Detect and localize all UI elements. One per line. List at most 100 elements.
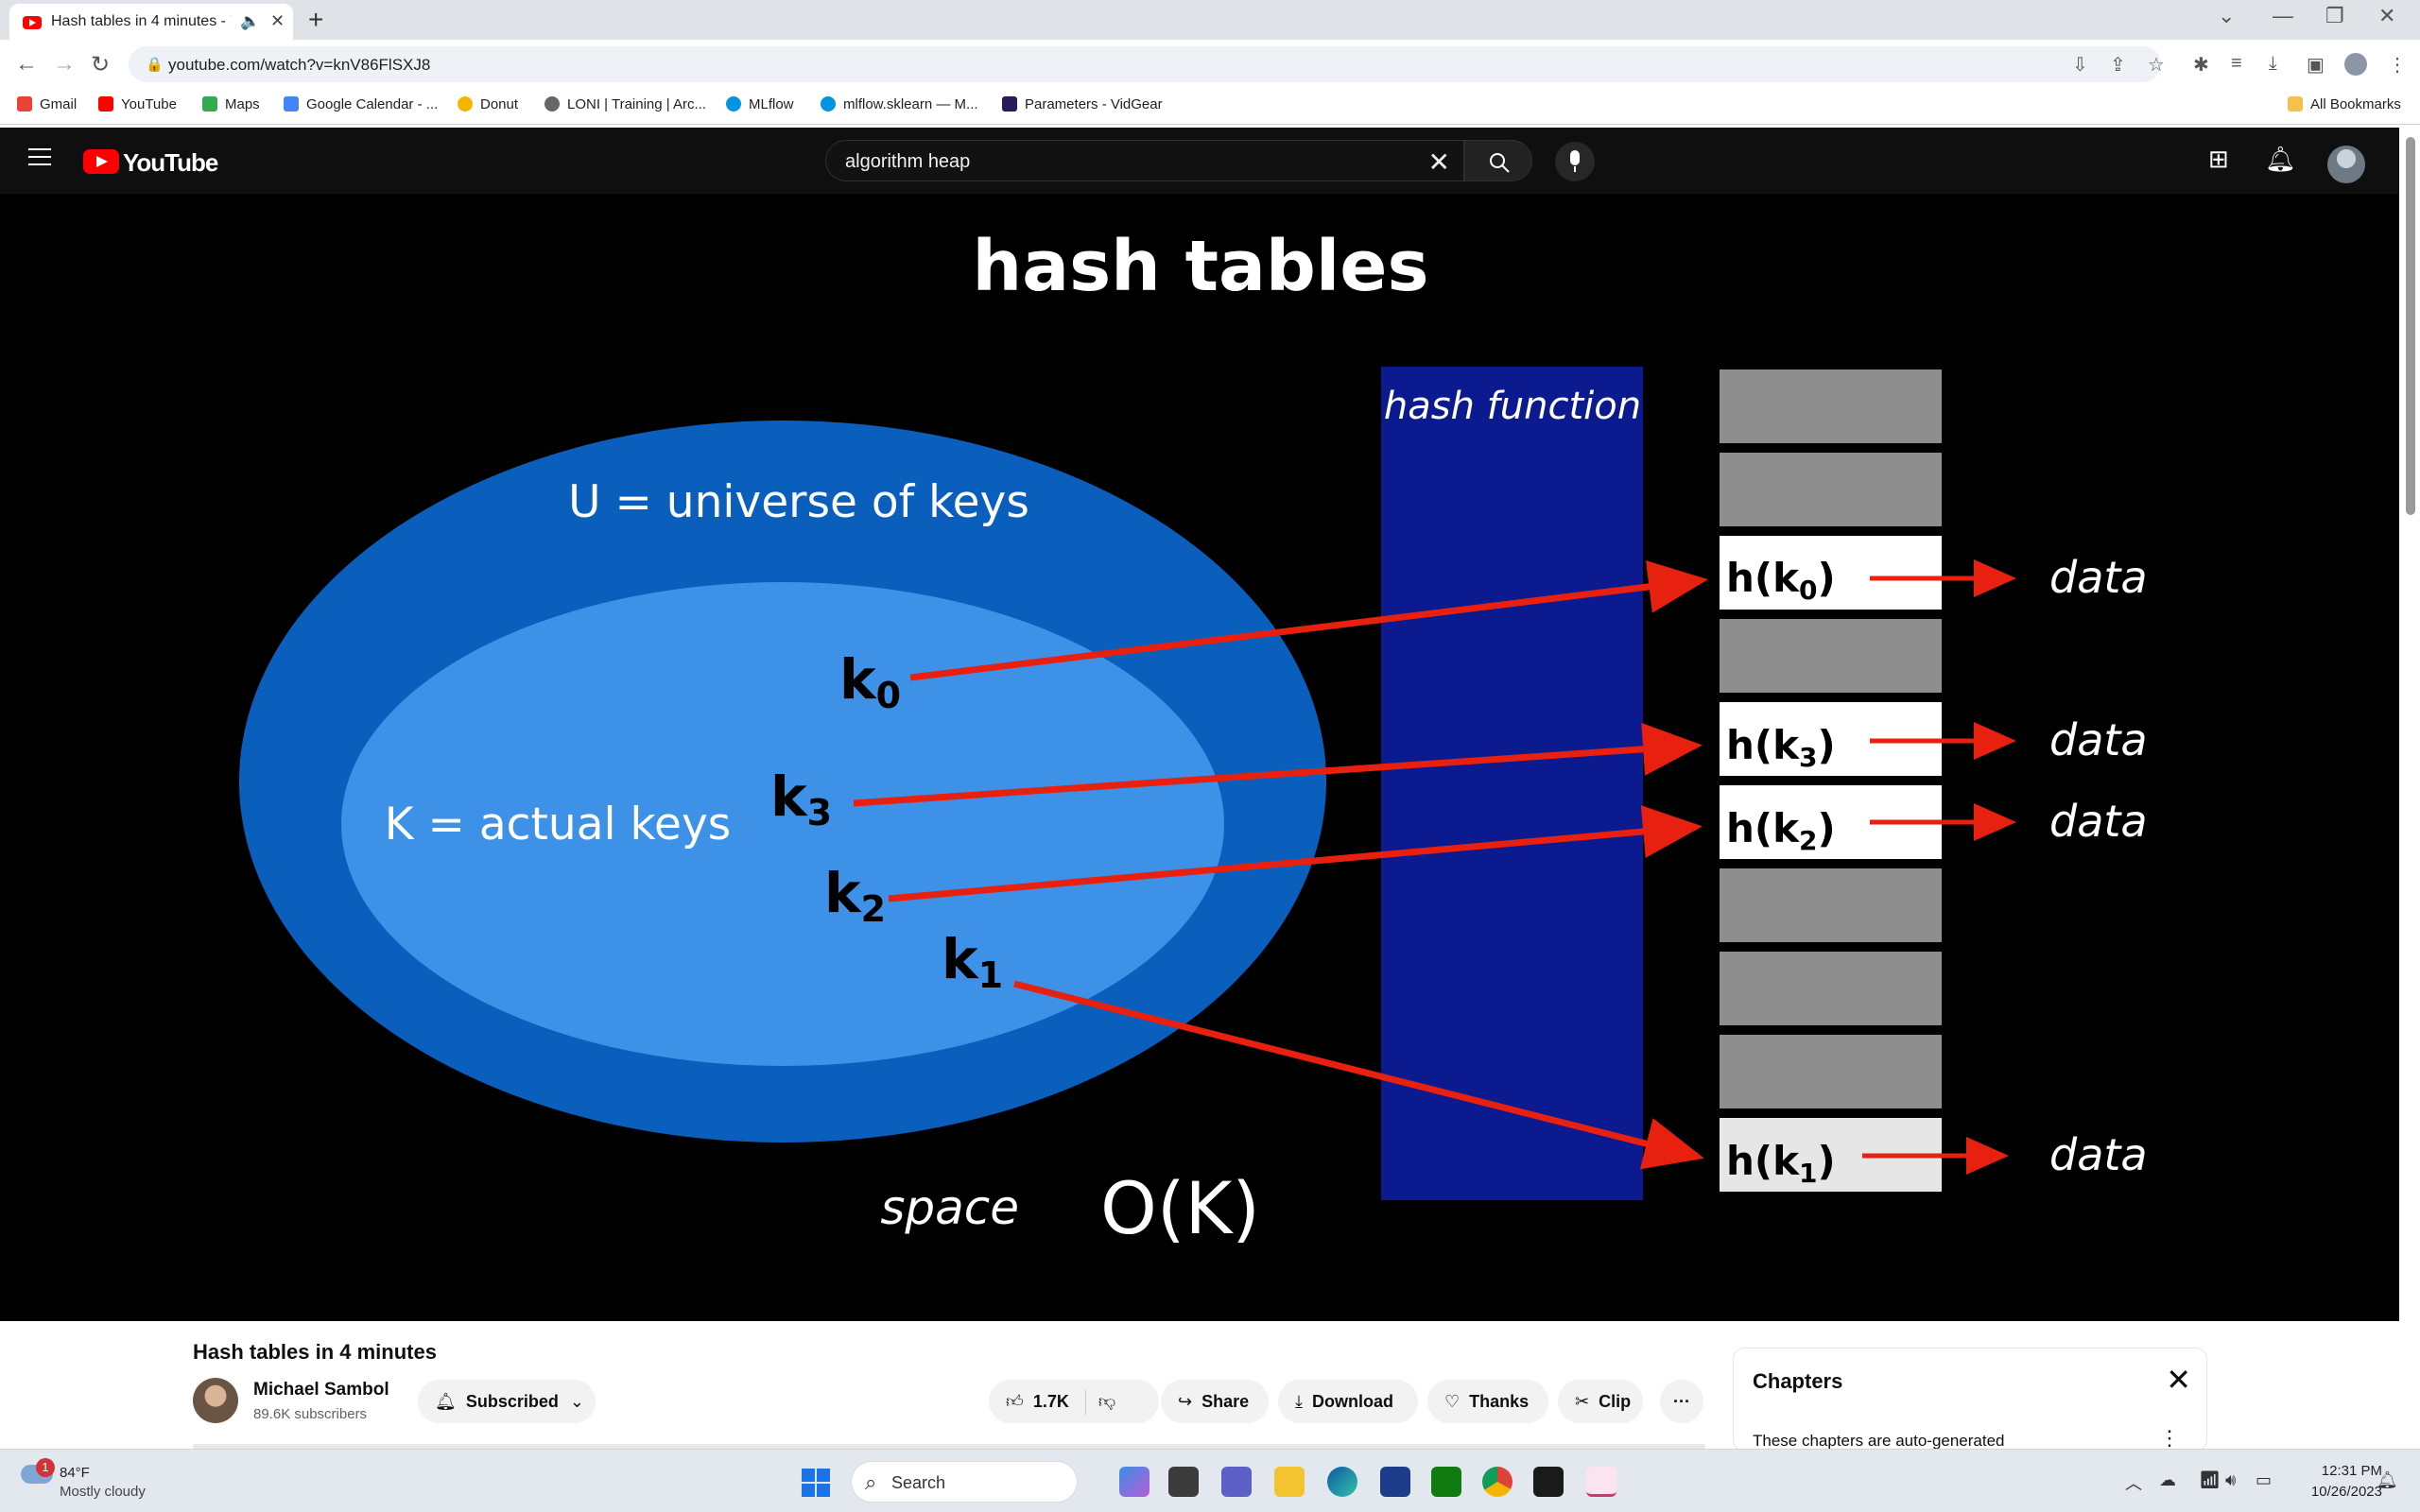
battery-icon[interactable]: ▭	[2256, 1470, 2272, 1490]
pycharm-icon[interactable]	[1533, 1467, 1564, 1497]
edge-icon[interactable]	[1327, 1467, 1357, 1497]
restore-button[interactable]: ❐	[2325, 4, 2344, 28]
subscribed-button[interactable]: 🔔︎ Subscribed ⌄	[418, 1380, 596, 1423]
all-bookmarks[interactable]: All Bookmarks	[2288, 96, 2401, 112]
mlflow-icon	[821, 96, 836, 112]
file-explorer-icon[interactable]	[1274, 1467, 1305, 1497]
channel-avatar[interactable]	[193, 1378, 238, 1423]
empty-slot	[1720, 619, 1942, 693]
tab-audio-icon[interactable]: 🔈	[240, 12, 260, 31]
clear-search-icon[interactable]: ✕	[1428, 146, 1450, 178]
bookmark-gmail[interactable]: Gmail	[17, 96, 77, 112]
mlflow-icon	[726, 96, 741, 112]
voice-search-mic-icon[interactable]	[1555, 142, 1595, 181]
onedrive-icon[interactable]: ☁	[2159, 1470, 2176, 1490]
bookmark-youtube[interactable]: YouTube	[98, 96, 177, 112]
new-tab-button[interactable]: +	[308, 5, 323, 35]
search-query[interactable]: algorithm heap	[845, 151, 970, 173]
taskbar-search[interactable]: ⌕ Search	[851, 1461, 1078, 1503]
window-close-button[interactable]: ✕	[2378, 4, 2395, 28]
search-input[interactable]: algorithm heap ✕	[825, 140, 1464, 181]
video-player[interactable]: hash tables U = universe of keys K = act…	[0, 194, 2399, 1321]
install-app-icon[interactable]: ⇩	[2072, 53, 2088, 77]
youtube-wordmark[interactable]: YouTube	[123, 148, 218, 178]
create-video-icon[interactable]: ⊞	[2208, 145, 2229, 174]
slide-canvas: hash tables U = universe of keys K = act…	[239, 226, 2148, 1250]
bookmark-maps[interactable]: Maps	[202, 96, 260, 112]
hamburger-menu-icon[interactable]	[28, 148, 51, 165]
bookmark-loni[interactable]: LONI | Training | Arc...	[544, 96, 706, 112]
account-avatar[interactable]	[2327, 146, 2365, 183]
profile-avatar-icon[interactable]	[2344, 53, 2367, 76]
share-page-icon[interactable]: ⇪	[2110, 53, 2126, 77]
share-icon: ↪	[1178, 1392, 1193, 1411]
close-chapters-icon[interactable]: ✕	[2166, 1362, 2191, 1398]
like-dislike-group: 👍︎ 1.7K 👎︎	[989, 1380, 1159, 1423]
bookmark-star-icon[interactable]: ☆	[2148, 53, 2165, 77]
share-button[interactable]: ↪ Share	[1161, 1380, 1269, 1423]
task-view-icon[interactable]	[1168, 1467, 1199, 1497]
temperature: 84°F	[60, 1465, 90, 1481]
taskbar-date[interactable]: 10/26/2023	[2288, 1484, 2382, 1500]
bookmark-donut[interactable]: Donut	[458, 96, 518, 112]
volume-icon[interactable]: 🔊︎	[2225, 1470, 2236, 1490]
slot-label-k3: h(k3)	[1726, 722, 1836, 773]
show-hidden-icons-chevron-icon[interactable]: ︿	[2125, 1470, 2142, 1495]
bookmark-google-calendar[interactable]: Google Calendar - ...	[284, 96, 438, 112]
video-details: Hash tables in 4 minutes Michael Sambol …	[0, 1321, 2399, 1452]
bookmark-mlflow[interactable]: MLflow	[726, 96, 794, 112]
youtube-logo-icon[interactable]	[83, 149, 119, 174]
dislike-button[interactable]: 👎︎	[1098, 1392, 1115, 1411]
side-panel-icon[interactable]: ▣	[2307, 53, 2325, 77]
address-bar[interactable]: 🔒 youtube.com/watch?v=knV86FlSXJ8	[129, 46, 2161, 82]
url-text[interactable]: youtube.com/watch?v=knV86FlSXJ8	[168, 56, 430, 75]
chapters-title: Chapters	[1753, 1369, 1843, 1393]
bookmark-mlflow-sklearn[interactable]: mlflow.sklearn — M...	[821, 96, 978, 112]
teams-chat-icon[interactable]	[1221, 1467, 1252, 1497]
bookmarks-bar: Gmail YouTube Maps Google Calendar - ...…	[0, 89, 2420, 125]
channel-name[interactable]: Michael Sambol	[253, 1380, 389, 1400]
media-controls-icon[interactable]: ≡	[2231, 53, 2242, 75]
downloads-icon[interactable]: ⤓	[2269, 53, 2277, 75]
copilot-icon[interactable]	[1119, 1467, 1150, 1497]
snipping-tool-icon[interactable]	[1586, 1467, 1616, 1497]
page-scrollbar-thumb[interactable]	[2406, 137, 2415, 515]
notifications-bell-icon[interactable]: 🔔︎	[2265, 145, 2296, 174]
xbox-icon[interactable]	[1431, 1467, 1461, 1497]
taskbar-time[interactable]: 12:31 PM	[2299, 1463, 2382, 1479]
chapters-menu-icon[interactable]: ⋮	[2159, 1426, 2180, 1451]
thanks-button[interactable]: ♡ Thanks	[1427, 1380, 1548, 1423]
windows-start-icon[interactable]	[802, 1469, 830, 1497]
tab-search-icon[interactable]: ⌄	[2218, 4, 2235, 28]
calendar-icon	[284, 96, 299, 112]
forward-arrow-icon[interactable]: →	[53, 51, 76, 77]
more-actions-button[interactable]: ···	[1660, 1380, 1703, 1423]
empty-slot	[1720, 453, 1942, 526]
download-button[interactable]: ⤓ Download	[1278, 1380, 1418, 1423]
extensions-icon[interactable]: ✱	[2193, 53, 2209, 77]
search-button[interactable]	[1464, 140, 1532, 181]
globe-icon	[544, 96, 560, 112]
wifi-icon[interactable]: 📶︎	[2199, 1470, 2221, 1490]
lock-icon: 🔒	[146, 57, 164, 73]
empty-slot	[1720, 952, 1942, 1025]
store-icon[interactable]	[1380, 1467, 1410, 1497]
youtube-header: YouTube algorithm heap ✕ ⊞ 🔔︎	[0, 128, 2420, 194]
minimize-button[interactable]: —	[2273, 4, 2293, 28]
space-complexity: O(K)	[1100, 1166, 1260, 1250]
hash-function-bar	[1381, 367, 1643, 1200]
back-arrow-icon[interactable]: ←	[15, 51, 38, 77]
chapters-panel: Chapters ✕ These chapters are auto-gener…	[1733, 1348, 2207, 1452]
clip-button[interactable]: ✂ Clip	[1558, 1380, 1643, 1423]
notification-bell-icon[interactable]: 🔔︎	[2377, 1470, 2398, 1490]
youtube-favicon-icon	[23, 16, 42, 29]
reload-icon[interactable]: ↻	[91, 51, 110, 78]
browser-tab-active[interactable]: Hash tables in 4 minutes - Y 🔈 ✕	[9, 4, 293, 40]
tab-close-icon[interactable]: ✕	[270, 11, 285, 31]
search-icon: ⌕	[865, 1470, 877, 1494]
like-button[interactable]: 👍︎ 1.7K	[989, 1392, 1069, 1411]
slot-label-k1: h(k1)	[1726, 1138, 1836, 1189]
menu-kebab-icon[interactable]: ⋮	[2388, 53, 2407, 77]
bookmark-vidgear[interactable]: Parameters - VidGear	[1002, 96, 1163, 112]
chrome-icon[interactable]	[1482, 1467, 1512, 1497]
